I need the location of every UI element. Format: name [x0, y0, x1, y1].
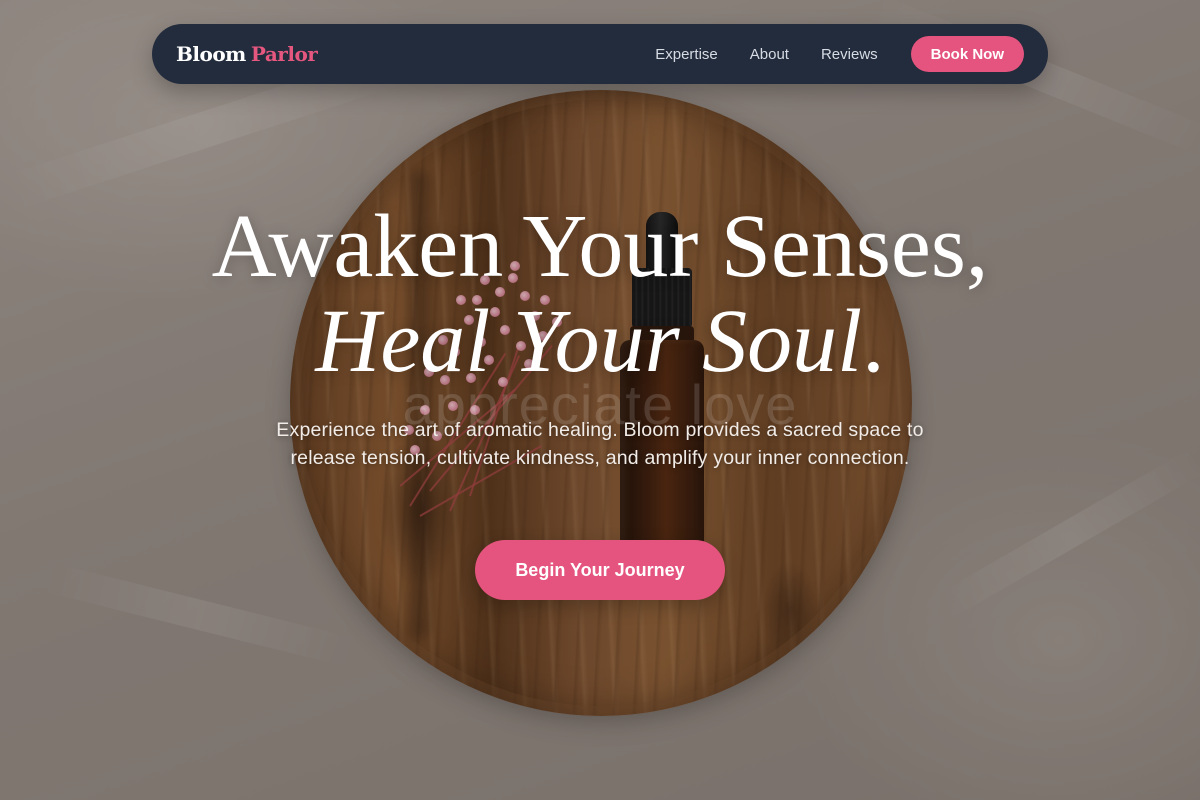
headline-line-2-text: Heal Your Soul	[315, 292, 863, 391]
hero-background-image	[0, 0, 1200, 800]
hero-headline: Awaken Your Senses, Heal Your Soul.	[0, 200, 1200, 390]
nav-link-about[interactable]: About	[750, 46, 789, 63]
brand-name-second: Parlor	[250, 42, 318, 66]
nav-link-reviews[interactable]: Reviews	[821, 46, 878, 63]
nav-link-expertise[interactable]: Expertise	[655, 46, 718, 63]
nav-links: Expertise About Reviews	[655, 46, 877, 63]
brand-name-first: Bloom	[176, 42, 246, 66]
hero-overlay	[0, 0, 1200, 800]
book-now-button[interactable]: Book Now	[910, 36, 1024, 72]
headline-line-2: Heal Your Soul.	[0, 294, 1200, 390]
top-navbar: Bloom Parlor Expertise About Reviews Boo…	[152, 24, 1048, 84]
begin-journey-button[interactable]: Begin Your Journey	[475, 540, 725, 600]
brand-logo[interactable]: Bloom Parlor	[176, 42, 318, 66]
headline-period: .	[862, 292, 885, 391]
hero-tagline: Experience the art of aromatic healing. …	[276, 419, 924, 469]
headline-line-1: Awaken Your Senses,	[211, 197, 989, 296]
